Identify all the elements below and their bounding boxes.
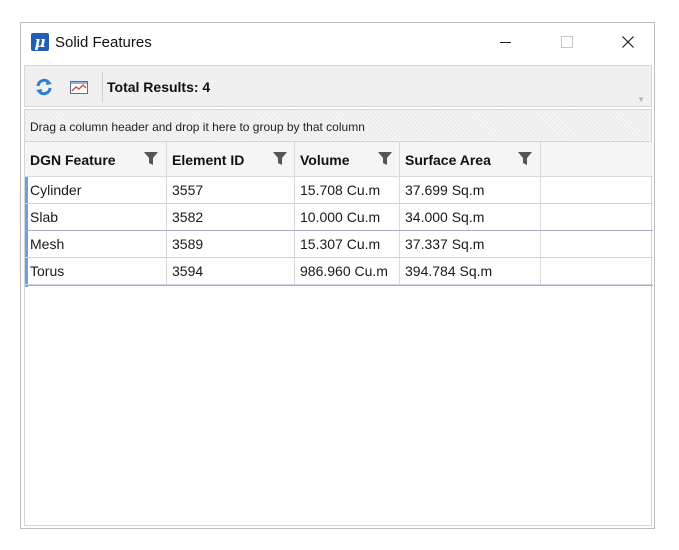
- column-header-element-id[interactable]: Element ID: [167, 142, 295, 177]
- row-divider: [25, 285, 653, 286]
- cell-element-id[interactable]: 3557: [167, 177, 295, 204]
- column-header-label: Element ID: [172, 152, 245, 168]
- cell-dgn-feature[interactable]: Torus: [25, 258, 167, 285]
- filter-icon[interactable]: [378, 152, 392, 166]
- filter-icon[interactable]: [518, 152, 532, 166]
- column-header-label: Surface Area: [405, 152, 491, 168]
- maximize-icon: [561, 36, 573, 48]
- refresh-icon: [36, 78, 52, 96]
- cell-volume[interactable]: 15.307 Cu.m: [295, 231, 400, 258]
- column-header-dgn-feature[interactable]: DGN Feature: [25, 142, 167, 177]
- table-row[interactable]: Slab 3582 10.000 Cu.m 34.000 Sq.m: [25, 204, 653, 231]
- cell-volume[interactable]: 986.960 Cu.m: [295, 258, 400, 285]
- cell-filler: [541, 231, 653, 258]
- column-header-label: DGN Feature: [30, 152, 116, 168]
- table-row[interactable]: Mesh 3589 15.307 Cu.m 37.337 Sq.m: [25, 231, 653, 258]
- filter-icon[interactable]: [144, 152, 158, 166]
- cell-element-id[interactable]: 3582: [167, 204, 295, 231]
- cell-surface-area[interactable]: 394.784 Sq.m: [400, 258, 541, 285]
- cell-volume[interactable]: 10.000 Cu.m: [295, 204, 400, 231]
- solid-features-window: μ Solid Features Total Results: 4 ▼ Drag…: [20, 22, 655, 529]
- minimize-icon: [500, 42, 511, 43]
- cell-element-id[interactable]: 3594: [167, 258, 295, 285]
- cell-surface-area[interactable]: 34.000 Sq.m: [400, 204, 541, 231]
- cell-dgn-feature[interactable]: Cylinder: [25, 177, 167, 204]
- maximize-button[interactable]: [544, 23, 590, 61]
- cell-dgn-feature[interactable]: Slab: [25, 204, 167, 231]
- total-results-label: Total Results: 4: [107, 79, 211, 95]
- cell-filler: [541, 258, 653, 285]
- column-header-filler: [541, 142, 653, 177]
- close-icon: [622, 36, 634, 48]
- toolbar: Total Results: 4 ▼: [24, 65, 652, 107]
- chart-button[interactable]: [69, 77, 89, 97]
- cell-surface-area[interactable]: 37.337 Sq.m: [400, 231, 541, 258]
- window-title: Solid Features: [55, 34, 152, 51]
- close-button[interactable]: [605, 23, 651, 61]
- refresh-button[interactable]: [34, 77, 54, 97]
- filter-icon[interactable]: [273, 152, 287, 166]
- cell-surface-area[interactable]: 37.699 Sq.m: [400, 177, 541, 204]
- column-header-surface-area[interactable]: Surface Area: [400, 142, 541, 177]
- column-header-label: Volume: [300, 152, 350, 168]
- app-logo-icon: μ: [31, 33, 49, 51]
- cell-dgn-feature[interactable]: Mesh: [25, 231, 167, 258]
- toolbar-overflow-icon[interactable]: ▼: [637, 95, 645, 104]
- table-row[interactable]: Cylinder 3557 15.708 Cu.m 37.699 Sq.m: [25, 177, 653, 204]
- group-by-panel[interactable]: Drag a column header and drop it here to…: [24, 109, 652, 142]
- results-grid: DGN Feature Element ID Volume Surface Ar…: [24, 142, 653, 526]
- toolbar-separator: [102, 72, 103, 102]
- cell-filler: [541, 204, 653, 231]
- column-header-volume[interactable]: Volume: [295, 142, 400, 177]
- table-row[interactable]: Torus 3594 986.960 Cu.m 394.784 Sq.m: [25, 258, 653, 285]
- cell-filler: [541, 177, 653, 204]
- cell-volume[interactable]: 15.708 Cu.m: [295, 177, 400, 204]
- chart-icon: [70, 81, 88, 94]
- cell-element-id[interactable]: 3589: [167, 231, 295, 258]
- group-by-hint: Drag a column header and drop it here to…: [30, 120, 365, 134]
- minimize-button[interactable]: [483, 23, 529, 61]
- title-bar[interactable]: μ Solid Features: [21, 23, 654, 61]
